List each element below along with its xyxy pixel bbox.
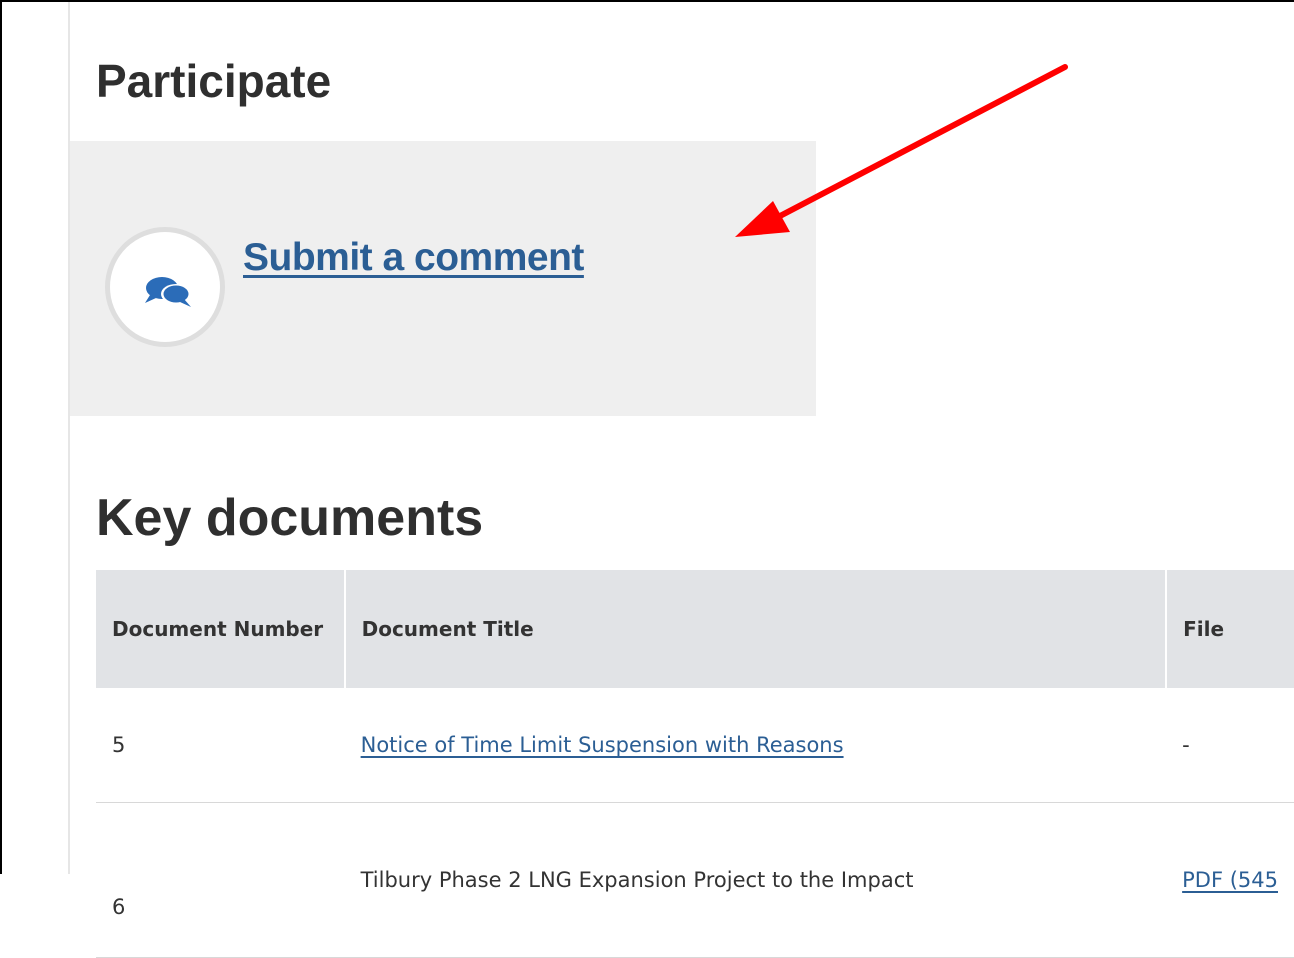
left-border-rule xyxy=(68,2,70,874)
file-pdf-link[interactable]: PDF (545 xyxy=(1182,868,1278,892)
participate-heading: Participate xyxy=(96,55,332,107)
document-number-cell: 5 xyxy=(96,688,345,803)
document-title-cell: Notice of Time Limit Suspension with Rea… xyxy=(344,688,1167,803)
file-cell: PDF (545 xyxy=(1166,802,1294,958)
column-header-document-title: Document Title xyxy=(344,570,1168,688)
annotation-arrow xyxy=(735,64,1068,237)
column-header-file: File xyxy=(1166,570,1294,688)
key-documents-table: Document Number Document Title File 5 No… xyxy=(96,570,1294,958)
table-row: 6 Tilbury Phase 2 LNG Expansion Project … xyxy=(96,802,1294,958)
document-title-cell: Tilbury Phase 2 LNG Expansion Project to… xyxy=(344,802,1167,958)
column-header-document-number: Document Number xyxy=(96,570,346,688)
table-row: 5 Notice of Time Limit Suspension with R… xyxy=(96,688,1294,803)
document-title-link[interactable]: Notice of Time Limit Suspension with Rea… xyxy=(361,733,844,757)
comments-icon xyxy=(145,277,191,307)
submit-comment-link[interactable]: Submit a comment xyxy=(243,236,584,280)
document-number-cell: 6 xyxy=(96,802,345,958)
key-documents-heading: Key documents xyxy=(96,489,484,547)
file-cell: - xyxy=(1166,688,1294,803)
table-header-row: Document Number Document Title File xyxy=(96,570,1294,688)
comment-icon-circle xyxy=(105,227,225,347)
